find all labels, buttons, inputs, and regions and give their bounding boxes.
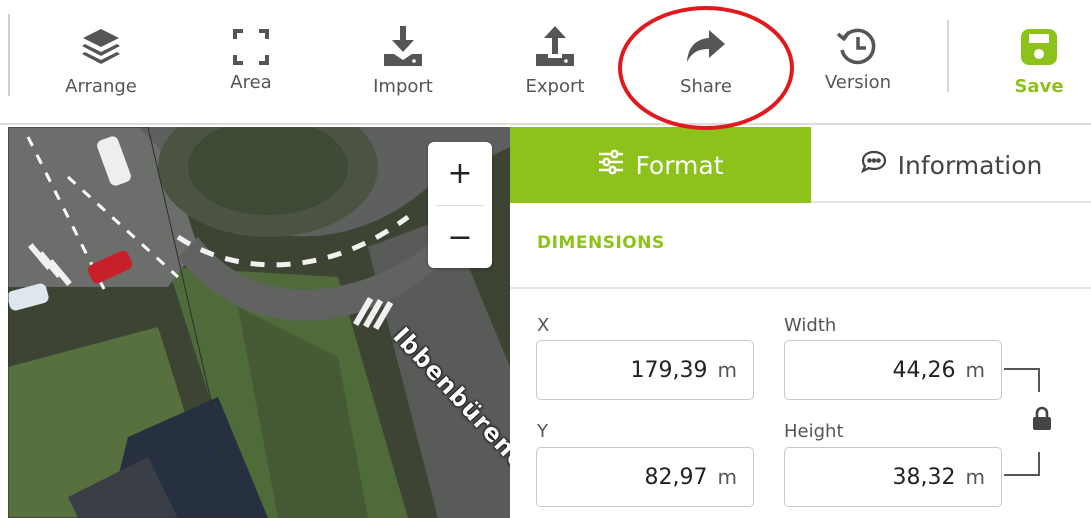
height-unit: m bbox=[965, 465, 985, 489]
share-label: Share bbox=[680, 76, 732, 97]
zoom-in-button[interactable]: + bbox=[428, 142, 492, 205]
version-button[interactable]: Version bbox=[803, 22, 913, 112]
toolbar-divider bbox=[8, 14, 10, 96]
area-label: Area bbox=[230, 72, 272, 93]
y-value: 82,97 bbox=[644, 464, 708, 490]
toolbar: Arrange Area Import Export Share Version… bbox=[0, 0, 1091, 125]
width-unit: m bbox=[965, 358, 985, 382]
import-button[interactable]: Import bbox=[348, 22, 458, 112]
arrange-label: Arrange bbox=[65, 76, 137, 97]
x-unit: m bbox=[717, 358, 737, 382]
height-value: 38,32 bbox=[892, 464, 956, 490]
version-label: Version bbox=[824, 72, 892, 93]
width-value: 44,26 bbox=[892, 357, 956, 383]
save-button[interactable]: Save bbox=[984, 22, 1091, 112]
save-disk-icon bbox=[1014, 22, 1064, 72]
zoom-out-button[interactable]: − bbox=[428, 206, 492, 269]
toolbar-divider bbox=[947, 20, 949, 92]
y-label: Y bbox=[537, 421, 548, 442]
y-field[interactable]: 82,97 m bbox=[536, 447, 754, 507]
width-label: Width bbox=[784, 315, 837, 336]
tab-information-label: Information bbox=[897, 150, 1043, 180]
tab-format-label: Format bbox=[635, 150, 724, 180]
y-unit: m bbox=[717, 465, 737, 489]
link-bracket-bottom bbox=[1004, 452, 1040, 476]
dimensions-heading: DIMENSIONS bbox=[537, 233, 665, 253]
section-divider bbox=[510, 287, 1091, 289]
tab-information[interactable]: Information bbox=[811, 127, 1091, 203]
area-select-icon bbox=[226, 22, 276, 72]
download-icon bbox=[378, 22, 428, 72]
arrange-button[interactable]: Arrange bbox=[46, 22, 156, 112]
save-label: Save bbox=[1014, 76, 1064, 97]
export-label: Export bbox=[525, 76, 585, 97]
x-field[interactable]: 179,39 m bbox=[536, 340, 754, 400]
width-field[interactable]: 44,26 m bbox=[784, 340, 1002, 400]
properties-panel: Format Information DIMENSIONS X 179,39 m… bbox=[510, 127, 1091, 518]
history-icon bbox=[833, 22, 883, 72]
area-button[interactable]: Area bbox=[196, 22, 306, 112]
x-label: X bbox=[537, 315, 550, 336]
height-field[interactable]: 38,32 m bbox=[784, 447, 1002, 507]
upload-icon bbox=[530, 22, 580, 72]
layers-icon bbox=[76, 22, 126, 72]
speech-bubble-icon bbox=[860, 149, 888, 181]
share-button[interactable]: Share bbox=[651, 22, 761, 112]
x-value: 179,39 bbox=[630, 357, 708, 383]
sliders-icon bbox=[597, 149, 625, 181]
tab-format[interactable]: Format bbox=[510, 127, 811, 203]
panel-tabs: Format Information bbox=[510, 127, 1091, 203]
lock-aspect-icon[interactable] bbox=[1031, 406, 1053, 436]
link-bracket-top bbox=[1004, 368, 1040, 392]
share-arrow-icon bbox=[681, 22, 731, 72]
zoom-control: + − bbox=[428, 142, 492, 268]
export-button[interactable]: Export bbox=[500, 22, 610, 112]
import-label: Import bbox=[373, 76, 433, 97]
height-label: Height bbox=[784, 421, 844, 442]
